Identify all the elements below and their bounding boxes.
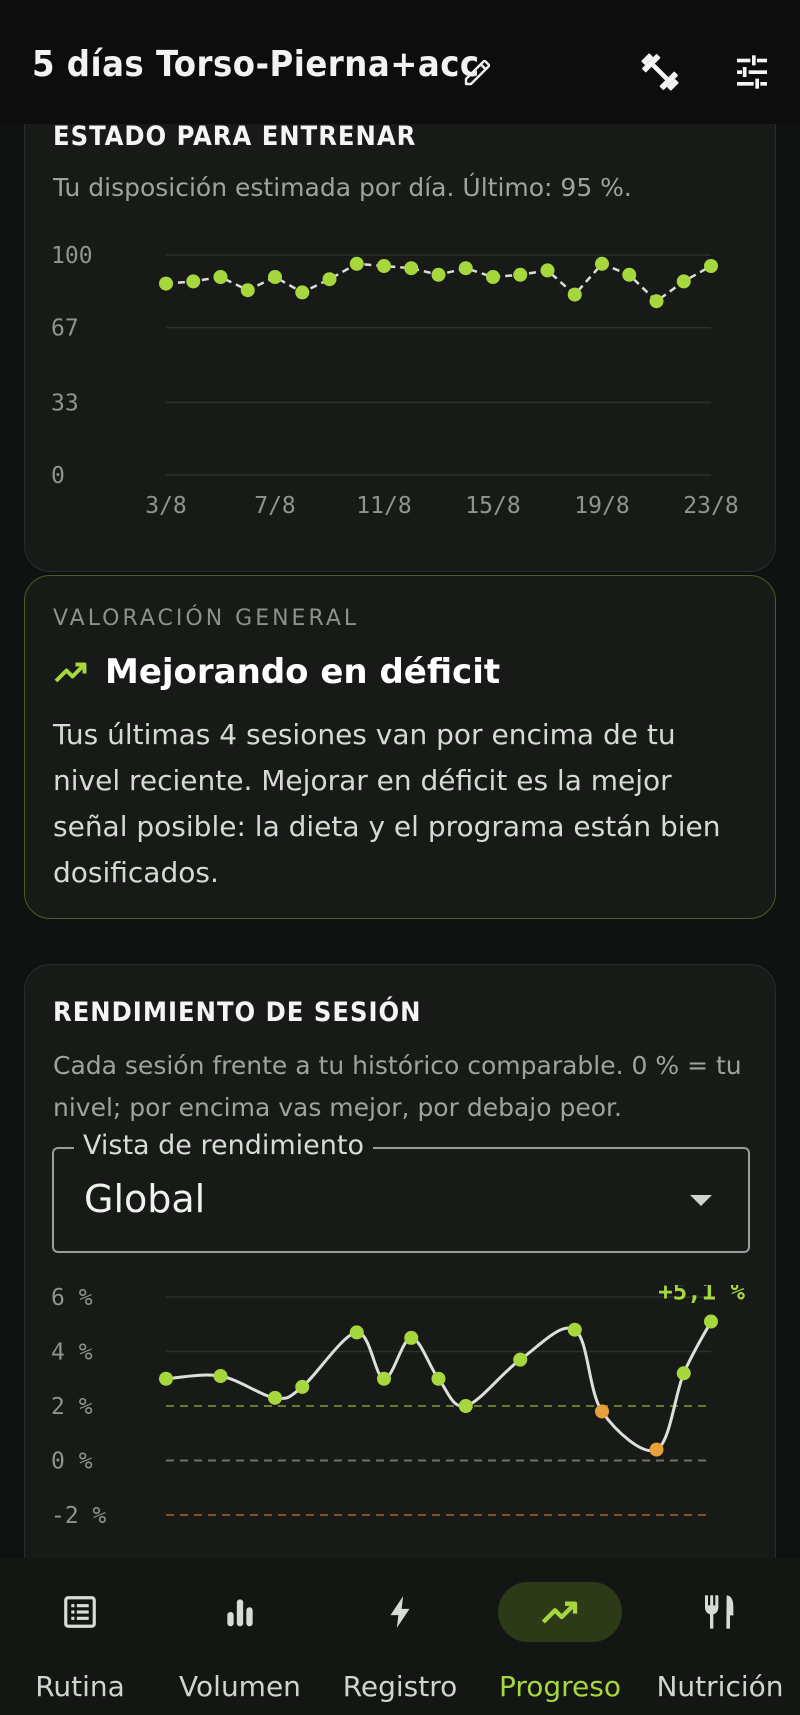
page-title: 5 días Torso-Pierna+acc	[32, 44, 480, 85]
readiness-point	[458, 261, 473, 276]
readiness-point	[404, 261, 419, 276]
nav-item-registro[interactable]: Registro	[320, 1558, 480, 1715]
y-tick-label: 100	[51, 243, 93, 269]
x-tick-label: 15/8	[465, 493, 520, 519]
readiness-card: ESTADO PARA ENTRENAR Tu disposición esti…	[24, 80, 776, 572]
edit-title-button[interactable]	[456, 50, 500, 94]
x-tick-label: 3/8	[145, 493, 187, 519]
bar-chart-icon	[227, 1599, 253, 1627]
readiness-heading: ESTADO PARA ENTRENAR	[53, 121, 417, 152]
y-tick-label: 67	[51, 316, 79, 342]
nav-label: Rutina	[35, 1670, 125, 1703]
pencil-icon	[464, 59, 491, 86]
chevron-down-icon	[690, 1195, 712, 1206]
readiness-point	[622, 267, 637, 282]
y-tick-label: 2 %	[51, 1394, 93, 1420]
x-tick-label: 23/8	[683, 493, 738, 519]
performance-point	[567, 1322, 582, 1337]
performance-point	[213, 1369, 228, 1384]
readiness-point	[349, 256, 364, 271]
performance-chart: 6 % 4 % 2 % 0 % -2 % +5,1 %	[51, 1285, 746, 1529]
performance-heading: RENDIMIENTO DE SESIÓN	[53, 997, 422, 1028]
y-tick-label: 33	[51, 390, 79, 416]
performance-series-line	[165, 1320, 713, 1453]
x-tick-label: 7/8	[254, 493, 296, 519]
readiness-point	[322, 272, 337, 287]
readiness-point	[186, 274, 201, 289]
readiness-point	[567, 287, 582, 302]
performance-subtitle: Cada sesión frente a tu histórico compar…	[53, 1051, 742, 1122]
nav-item-rutina[interactable]: Rutina	[0, 1558, 160, 1715]
performance-point	[649, 1442, 664, 1457]
nav-label: Registro	[342, 1670, 458, 1703]
readiness-point	[676, 274, 691, 289]
readiness-point	[295, 285, 310, 300]
readiness-subtitle: Tu disposición estimada por día. Último:…	[53, 173, 632, 202]
performance-point	[431, 1371, 446, 1386]
readiness-point	[513, 267, 528, 282]
x-tick-label: 19/8	[574, 493, 629, 519]
last-value-label: +5,1 %	[658, 1285, 745, 1306]
readiness-point	[268, 270, 282, 284]
readiness-point	[377, 259, 391, 273]
performance-point	[595, 1404, 609, 1419]
fork-knife-icon	[704, 1595, 734, 1629]
bottom-navigation: Rutina Volumen Registro Progreso Nutrici…	[0, 1558, 800, 1715]
y-tick-label: 0 %	[51, 1449, 93, 1475]
readiness-chart: 100 67 33 0 3/8 7/8 11/8 15/8 19/8 23/8	[51, 243, 739, 519]
assessment-eyebrow: VALORACIÓN GENERAL	[53, 606, 360, 631]
assessment-headline: Mejorando en déficit	[53, 652, 500, 692]
select-value: Global	[84, 1177, 206, 1221]
readiness-point	[595, 256, 609, 271]
performance-point	[295, 1379, 310, 1394]
y-tick-label: -2 %	[51, 1503, 107, 1529]
y-tick-label: 4 %	[51, 1340, 93, 1366]
readiness-point	[486, 270, 500, 284]
performance-point	[676, 1366, 691, 1381]
trending-up-icon	[541, 1601, 578, 1624]
performance-point	[349, 1325, 364, 1340]
select-label: Vista de rendimiento	[74, 1130, 373, 1161]
nav-item-nutricion[interactable]: Nutrición	[640, 1558, 800, 1715]
performance-point	[458, 1399, 473, 1413]
performance-point	[159, 1371, 173, 1386]
assessment-headline-text: Mejorando en déficit	[105, 652, 501, 692]
nav-label: Nutrición	[656, 1670, 784, 1703]
readiness-point	[159, 276, 173, 291]
x-tick-label: 11/8	[356, 493, 411, 519]
readiness-point	[213, 270, 228, 284]
nav-label: Volumen	[179, 1670, 301, 1703]
performance-point	[377, 1371, 391, 1386]
readiness-point	[431, 267, 446, 282]
y-tick-label: 6 %	[51, 1285, 93, 1311]
assessment-body: Tus últimas 4 sesiones van por encima de…	[53, 718, 721, 889]
nav-item-volumen[interactable]: Volumen	[160, 1558, 320, 1715]
performance-point	[704, 1314, 718, 1329]
bolt-icon	[390, 1596, 410, 1628]
nav-item-progreso[interactable]: Progreso	[480, 1558, 640, 1715]
readiness-point	[649, 294, 664, 309]
performance-point	[513, 1352, 528, 1367]
readiness-point	[540, 263, 555, 278]
top-app-bar: 5 días Torso-Pierna+acc	[0, 0, 800, 124]
performance-point	[268, 1390, 282, 1405]
assessment-card: VALORACIÓN GENERAL Mejorando en déficit …	[24, 575, 776, 919]
readiness-point	[240, 283, 255, 298]
list-icon	[64, 1596, 96, 1628]
performance-view-select[interactable]: Vista de rendimiento Global	[52, 1130, 750, 1253]
y-tick-label: 0	[51, 463, 65, 489]
dumbbell-icon	[641, 53, 679, 91]
tune-icon	[737, 55, 767, 89]
settings-button[interactable]	[726, 46, 778, 98]
readiness-point	[704, 259, 718, 273]
performance-point	[404, 1330, 419, 1345]
trending-up-icon	[54, 662, 87, 683]
nav-label: Progreso	[498, 1670, 622, 1703]
exercises-button[interactable]	[632, 44, 688, 100]
